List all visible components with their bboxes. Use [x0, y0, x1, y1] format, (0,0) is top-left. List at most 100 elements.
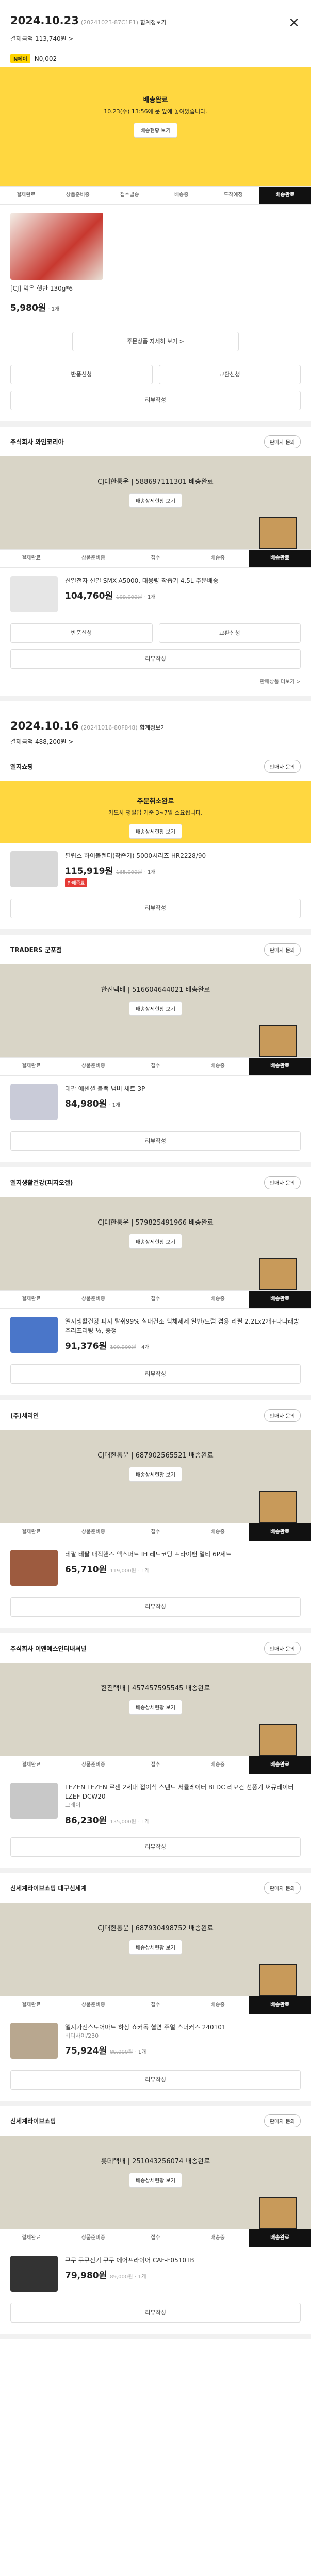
review-button[interactable]: 리뷰작성 [10, 649, 301, 669]
product-image [10, 2022, 58, 2059]
shipment-detail-button[interactable]: 배송상세현황 보기 [129, 2172, 182, 2188]
delivery-tracker: 결제완료 상품준비중 접수 배송중 배송완료 [0, 1057, 311, 1076]
delivery-tracker: 결제완료 상품준비중 접수 배송중 배송완료 [0, 1756, 311, 1774]
review-button[interactable]: 리뷰작성 [10, 1597, 301, 1617]
track-step: 접수 [151, 1529, 160, 1535]
box-icon [259, 1963, 297, 1996]
track-step: 결제완료 [21, 555, 41, 561]
track-step-active: 배송완료 [259, 187, 311, 204]
shipment-detail-button[interactable]: 배송상세현황 보기 [129, 493, 182, 508]
track-step: 결제완료 [21, 2002, 41, 2008]
order-detail-link[interactable]: 합계정보기 [140, 724, 166, 731]
shipment-banner: CJ대한통운 | 588697111301 배송완료 배송상세현황 보기 [0, 456, 311, 549]
track-step: 결제완료 [21, 1063, 41, 1069]
box-icon [259, 517, 297, 549]
review-button[interactable]: 리뷰작성 [10, 899, 301, 918]
order-item[interactable]: 엘지가전스토어마트 하상 쇼커독 혈연 주얼 스너커즈 240101 비디사이/… [0, 2014, 311, 2067]
order-date: 2024.10.23 [10, 14, 79, 27]
review-button[interactable]: 리뷰작성 [10, 1837, 301, 1857]
seller-name: 주식회사 이엔에스인터내셔널 [10, 1645, 87, 1652]
return-button[interactable]: 반품신청 [10, 365, 153, 384]
review-button[interactable]: 리뷰작성 [10, 1364, 301, 1384]
seller-inquiry-button[interactable]: 판매자 문의 [264, 1882, 301, 1894]
product-image [10, 576, 58, 612]
track-step: 접수 [151, 2234, 160, 2241]
shipment-banner: CJ대한통운 | 579825491966 배송완료 배송상세현황 보기 [0, 1197, 311, 1290]
track-step: 배송완료 [249, 1058, 311, 1075]
delivery-tracker: 결제완료 상품준비중 접수 배송중 배송완료 [0, 2228, 311, 2247]
shipment-detail-button[interactable]: 배송상세현황 보기 [129, 824, 182, 839]
more-products-link[interactable]: 판매상품 더보기 > [0, 672, 311, 685]
seller-inquiry-button[interactable]: 판매자 문의 [264, 1176, 301, 1189]
npay-row: N페이 N0,002 [0, 49, 311, 67]
item-name: 필립스 하이볼렌더(착즙기) 5000시리즈 HR2228/90 [65, 852, 206, 859]
shipment-sub: 카드사 평일업 기준 3~7일 소요됩니다. [108, 809, 203, 816]
order-item[interactable]: LEZEN LEZEN 르젠 2세대 접이식 스탠드 서큘레이터 BLDC 리모… [0, 1774, 311, 1834]
delivery-status-button[interactable]: 배송현황 보기 [134, 123, 177, 138]
seller-inquiry-button[interactable]: 판매자 문의 [264, 2114, 301, 2127]
divider [0, 696, 311, 701]
seller-name: 신세계라이브쇼핑 대구신세계 [10, 1885, 87, 1892]
item-qty: · 1개 [144, 870, 156, 875]
order-item[interactable]: 쿠쿠 쿠쿠전기 쿠쿠 에어프라이어 CAF-F0510TB 79,980원 89,… [0, 2247, 311, 2300]
product-image [10, 1317, 58, 1353]
item-orig-price: 119,000원 [110, 1568, 136, 1574]
order-item[interactable]: 신일전자 신일 SMX-A5000, 대용량 착즙기 4.5L 주문배송 104… [0, 568, 311, 620]
item-option: 비디사이/230 [65, 2032, 99, 2039]
seller-inquiry-button[interactable]: 판매자 문의 [264, 1641, 301, 1655]
track-step: 결제완료 [21, 1296, 41, 1302]
shipment-detail-button[interactable]: 배송상세현황 보기 [129, 1939, 182, 1955]
order-item[interactable]: 테팔 테팔 매직핸즈 엑스퍼트 IH 레드코팅 프라이팬 멀티 6P세트 65,… [0, 1541, 311, 1594]
item-qty: · 1개 [109, 1103, 121, 1108]
order-item[interactable]: 엘지생활건강 피지 탈취99% 실내건조 액체세제 일반/드럼 겸용 리필 2.… [0, 1309, 311, 1361]
order-item[interactable]: [CJ] 먹은 햇반 130g*6 5,980원 · 1개 [0, 205, 311, 321]
delivery-tracker: 결제완료 상품준비중 접수 배송중 배송완료 [0, 549, 311, 568]
item-qty: · 4개 [138, 1345, 150, 1350]
item-qty: · 1개 [48, 307, 60, 312]
divider [0, 929, 311, 935]
order-item[interactable]: 테팔 에센셜 블랙 냄비 세트 3P 84,980원 · 1개 [0, 1076, 311, 1128]
seller-inquiry-button[interactable]: 판매자 문의 [264, 1409, 301, 1422]
track-step: 배송중 [210, 1296, 225, 1302]
track-step: 결제완료 [21, 1762, 41, 1768]
track-step-active: 배송완료 [249, 550, 311, 567]
seller-list: 엘지쇼핑 판매자 문의 주문취소완료 카드사 평일업 기준 3~7일 소요됩니다… [0, 751, 311, 2339]
seller-inquiry-button[interactable]: 판매자 문의 [264, 943, 301, 956]
review-button[interactable]: 리뷰작성 [10, 2302, 301, 2323]
item-orig-price: 89,000원 [110, 2049, 133, 2055]
shipment-status: 한진택배 | 516604644021 배송완료 [101, 986, 210, 994]
exchange-button[interactable]: 교환신청 [158, 365, 301, 384]
seller-name: (주)세리인 [10, 1412, 39, 1419]
product-image [10, 1550, 58, 1586]
order-header: 2024.10.23 (20241023-87C1E1) 합계정보기 ✕ 결제금액 … [0, 0, 311, 49]
seller-name: 엘지생활건강(피지오겔) [10, 1179, 73, 1187]
shipment-status: 롯데택배 | 251043256074 배송완료 [101, 2157, 210, 2165]
product-image [10, 851, 58, 887]
track-step: 배송중 [210, 1063, 225, 1069]
seller-inquiry-button[interactable]: 판매자 문의 [264, 435, 301, 448]
shipment-detail-button[interactable]: 배송상세현황 보기 [129, 1001, 182, 1016]
item-qty: · 1개 [138, 1819, 150, 1825]
payment-amount-link[interactable]: 결제금액 488,200원 > [10, 737, 301, 746]
more-items-button[interactable]: 주문상품 자세히 보기 > [72, 332, 239, 351]
payment-amount-link[interactable]: 결제금액 113,740원 > [10, 34, 301, 43]
shipment-banner: 한진택배 | 516604644021 배송완료 배송상세현황 보기 [0, 964, 311, 1057]
shipment-detail-button[interactable]: 배송상세현황 보기 [129, 1700, 182, 1715]
shipment-detail-button[interactable]: 배송상세현황 보기 [129, 1467, 182, 1482]
exchange-button[interactable]: 교환신청 [158, 623, 301, 643]
seller-row: (주)세리인 판매자 문의 [0, 1400, 311, 1430]
shipment-detail-button[interactable]: 배송상세현황 보기 [129, 1234, 182, 1249]
seller-inquiry-button[interactable]: 판매자 문의 [264, 759, 301, 773]
seller-row: 주식회사 이엔에스인터내셔널 판매자 문의 [0, 1633, 311, 1663]
return-button[interactable]: 반품신청 [10, 623, 153, 643]
order-item[interactable]: 필립스 하이볼렌더(착즙기) 5000시리즈 HR2228/90 115,919… [0, 843, 311, 895]
review-button[interactable]: 리뷰작성 [10, 1131, 301, 1151]
box-icon [259, 1491, 297, 1523]
track-step: 상품준비중 [81, 1762, 105, 1768]
item-price: 84,980원 [65, 1099, 107, 1109]
close-icon[interactable]: ✕ [288, 15, 300, 31]
review-button[interactable]: 리뷰작성 [10, 2070, 301, 2090]
order-detail-link[interactable]: 합계정보기 [140, 19, 167, 26]
item-orig-price: 135,000원 [110, 1819, 136, 1825]
review-button[interactable]: 리뷰작성 [10, 391, 301, 410]
